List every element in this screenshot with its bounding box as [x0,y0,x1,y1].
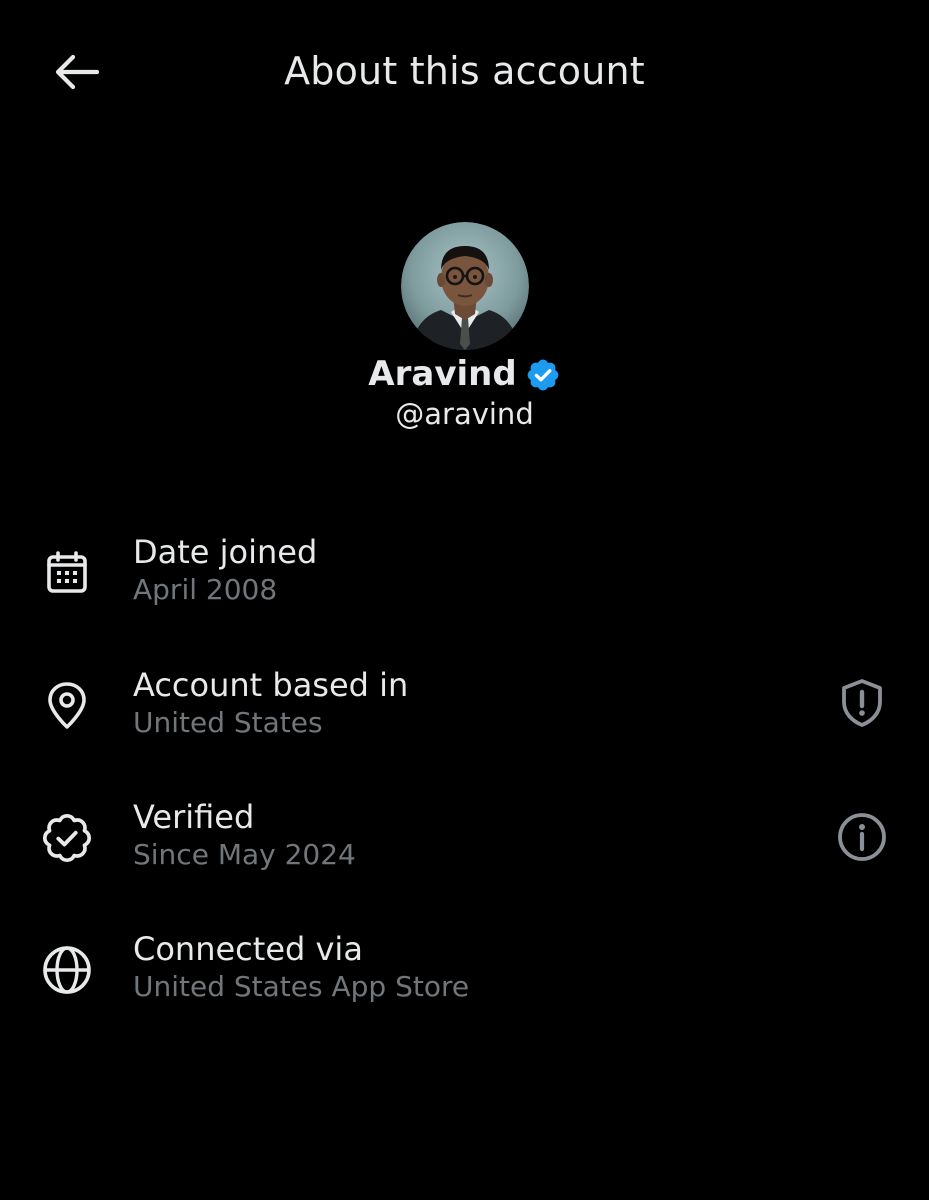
verified-label: Verified [133,798,255,836]
handle: @aravind [395,397,534,431]
info-icon[interactable] [834,809,890,865]
top-app-bar: About this account [0,0,929,142]
shield-alert-icon[interactable] [834,675,890,731]
connected-via-value: United States App Store [133,970,470,1003]
account-based-in-row: Account based in United States [0,665,929,775]
calendar-icon [38,544,96,602]
connected-via-row: Connected via United States App Store [0,929,929,1039]
profile-summary: Aravind @aravind [0,222,929,432]
location-pin-icon [38,677,96,735]
date-joined-value: April 2008 [133,573,278,606]
verified-badge-icon[interactable] [525,357,561,393]
display-name: Aravind [368,354,517,394]
account-based-in-value: United States [133,706,323,739]
page-title: About this account [284,49,645,93]
verified-value: Since May 2024 [133,838,356,871]
globe-icon [38,941,96,999]
verified-badge-outline-icon [38,809,96,867]
avatar[interactable] [400,222,529,350]
name-row: Aravind [0,352,929,396]
connected-via-label: Connected via [133,930,363,968]
verified-row: Verified Since May 2024 [0,797,929,907]
date-joined-label: Date joined [133,533,318,571]
account-based-in-label: Account based in [133,666,409,704]
date-joined-row: Date joined April 2008 [0,532,929,642]
